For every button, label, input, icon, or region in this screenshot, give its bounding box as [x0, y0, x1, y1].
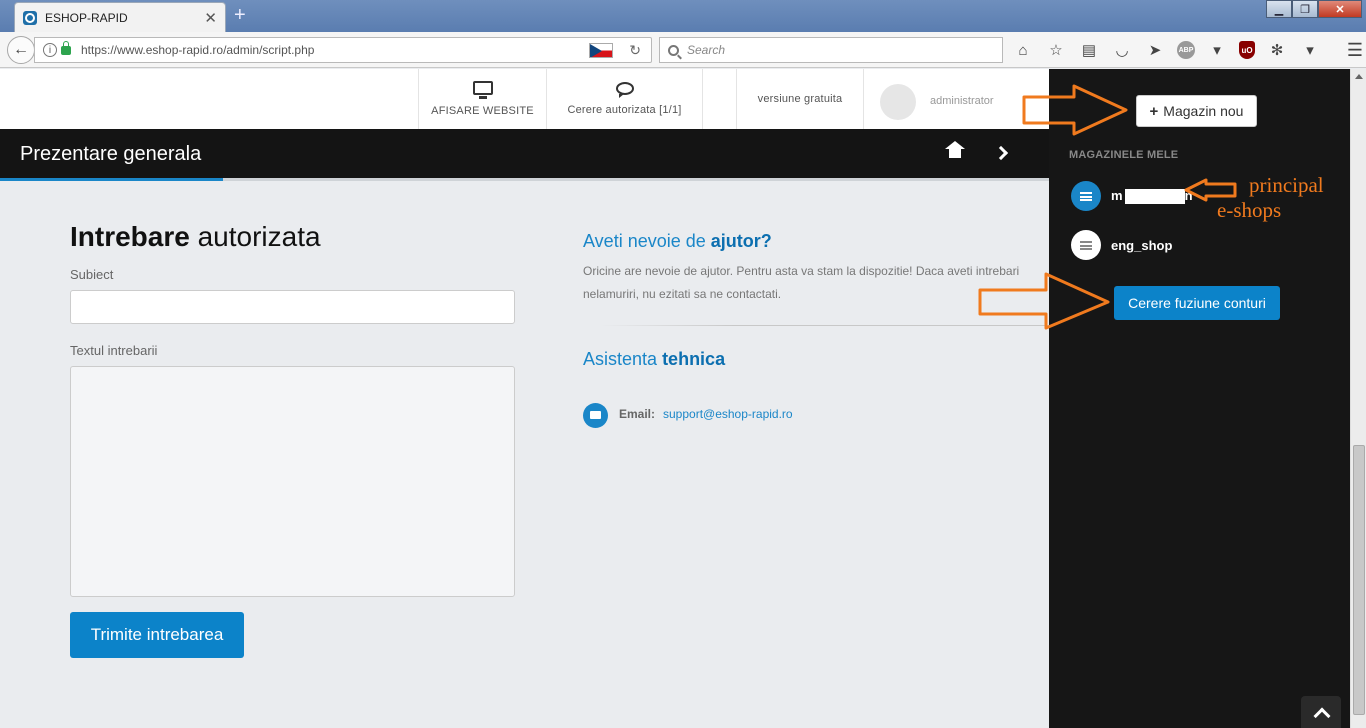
form-heading-bold: Intrebare — [70, 221, 190, 252]
envelope-icon — [583, 403, 608, 428]
tab-title: ESHOP-RAPID — [45, 10, 128, 25]
new-shop-label: Magazin nou — [1163, 103, 1244, 119]
maximize-icon[interactable]: ❐ — [1292, 0, 1318, 18]
site-info-icon[interactable]: i — [43, 43, 57, 57]
support-heading-pre: Asistenta — [583, 349, 658, 369]
server-icon — [1071, 181, 1101, 211]
help-text-line2: nelamuriri, nu ezitati sa ne contactati. — [583, 287, 782, 301]
nav-version-label: versiune gratuita — [757, 93, 843, 105]
nav-version[interactable]: versiune gratuita — [736, 69, 864, 129]
reload-icon[interactable]: ↻ — [629, 42, 641, 59]
my-shops-heading: MAGAZINELE MELE — [1069, 149, 1179, 161]
minimize-icon[interactable]: ▁ — [1266, 0, 1292, 18]
shops-sidepanel: + Magazin nou MAGAZINELE MELE mn eng_sho… — [1049, 69, 1350, 728]
shop-name: eng_shop — [1111, 237, 1173, 253]
help-heading-bold: ajutor? — [710, 231, 772, 251]
page-header: Prezentare generala — [0, 129, 1049, 181]
chevron-right-icon[interactable] — [993, 145, 1009, 161]
user-name[interactable]: administrator — [930, 95, 994, 107]
eshop-favicon-icon — [23, 10, 37, 25]
tab-close-icon[interactable]: ✕ — [204, 9, 217, 27]
search-icon — [668, 44, 679, 56]
page-content: AFISARE WEBSITE Cerere autorizata [1/1] … — [0, 69, 1049, 728]
new-shop-button[interactable]: + Magazin nou — [1136, 95, 1257, 127]
nav-request-label: Cerere autorizata [1/1] — [567, 104, 682, 116]
plus-icon: + — [1149, 102, 1159, 120]
annotation-principal: principal — [1249, 173, 1324, 197]
nav-spacer — [702, 69, 736, 129]
pocket-icon[interactable]: ◡ — [1111, 39, 1133, 61]
send-icon[interactable]: ➤ — [1144, 39, 1166, 61]
ublock-icon[interactable]: uO — [1239, 41, 1255, 59]
server-icon — [1071, 230, 1101, 260]
header-underline — [223, 178, 1049, 181]
extension-bug-icon[interactable]: ✻ — [1266, 39, 1288, 61]
page-title: Prezentare generala — [20, 143, 202, 165]
shop-name: mn — [1111, 187, 1193, 205]
form-heading-rest: autorizata — [197, 221, 321, 252]
reading-list-icon[interactable]: ▤ — [1078, 39, 1100, 61]
hamburger-menu-icon[interactable]: ☰ — [1344, 39, 1366, 61]
url-text[interactable]: https://www.eshop-rapid.ro/admin/script.… — [81, 43, 589, 57]
shop-item-principal[interactable]: mn — [1071, 181, 1193, 211]
active-tab-indicator — [0, 178, 223, 181]
scroll-thumb[interactable] — [1353, 445, 1365, 715]
nav-request[interactable]: Cerere autorizata [1/1] — [546, 69, 702, 129]
adblock-plus-icon[interactable]: ABP — [1177, 41, 1195, 59]
home-icon[interactable] — [945, 141, 965, 161]
close-window-icon[interactable]: ✕ — [1318, 0, 1362, 18]
support-email-link[interactable]: support@eshop-rapid.ro — [663, 407, 793, 421]
address-bar[interactable]: i https://www.eshop-rapid.ro/admin/scrip… — [34, 37, 652, 63]
shop-name-start: m — [1111, 187, 1123, 203]
subject-label: Subiect — [70, 267, 114, 282]
help-heading-pre: Aveti nevoie de — [583, 231, 706, 251]
new-tab-icon[interactable]: + — [234, 5, 246, 25]
search-placeholder: Search — [687, 43, 726, 57]
dropdown-arrow-icon[interactable]: ▾ — [1206, 39, 1228, 61]
window-controls: ▁ ❐ ✕ — [1266, 0, 1362, 18]
browser-tab[interactable]: ESHOP-RAPID ✕ — [14, 2, 226, 32]
help-heading: Aveti nevoie de ajutor? — [583, 231, 772, 252]
subject-input[interactable] — [70, 290, 515, 324]
shop-name-end: n — [1184, 187, 1193, 203]
redacted-block — [1124, 189, 1185, 205]
question-textarea[interactable] — [70, 366, 515, 597]
admin-topnav: AFISARE WEBSITE Cerere autorizata [1/1] … — [0, 69, 1049, 129]
chat-bubble-icon — [615, 82, 634, 98]
support-heading: Asistenta tehnica — [583, 349, 725, 370]
toolbar-icons: ⌂ ☆ ▤ ◡ ➤ ABP ▾ uO ✻ ▾ ☰ — [1012, 39, 1366, 61]
browser-titlebar: ESHOP-RAPID ✕ + ▁ ❐ ✕ — [0, 0, 1366, 32]
shop-item-eng-shop[interactable]: eng_shop — [1071, 230, 1172, 260]
back-arrow-icon[interactable]: ← — [7, 36, 35, 64]
support-heading-bold: tehnica — [662, 349, 726, 369]
bookmark-star-icon[interactable]: ☆ — [1045, 39, 1067, 61]
scroll-up-icon[interactable] — [1355, 74, 1363, 79]
monitor-icon — [472, 81, 493, 99]
nav-website[interactable]: AFISARE WEBSITE — [418, 69, 546, 129]
search-bar[interactable]: Search — [659, 37, 1003, 63]
annotation-eshops: e-shops — [1217, 198, 1282, 222]
merge-accounts-button[interactable]: Cerere fuziune conturi — [1114, 286, 1280, 320]
browser-navbar: ← i https://www.eshop-rapid.ro/admin/scr… — [0, 32, 1366, 68]
form-heading: Intrebare autorizata — [70, 221, 321, 253]
help-text-line1: Oricine are nevoie de ajutor. Pentru ast… — [583, 264, 1020, 278]
submit-question-button[interactable]: Trimite intrebarea — [70, 612, 244, 658]
lock-icon — [61, 40, 71, 55]
email-label: Email: — [619, 407, 656, 421]
question-text-label: Textul intrebarii — [70, 343, 158, 358]
overflow-arrow-icon[interactable]: ▾ — [1299, 39, 1321, 61]
czech-flag-icon — [589, 42, 614, 58]
home-button-icon[interactable]: ⌂ — [1012, 39, 1034, 61]
page-scrollbar[interactable] — [1350, 69, 1366, 728]
avatar[interactable] — [880, 84, 916, 120]
nav-website-label: AFISARE WEBSITE — [431, 105, 534, 117]
divider — [600, 325, 1049, 326]
help-text: Oricine are nevoie de ajutor. Pentru ast… — [583, 260, 1049, 306]
scroll-to-top-icon[interactable] — [1301, 696, 1341, 728]
